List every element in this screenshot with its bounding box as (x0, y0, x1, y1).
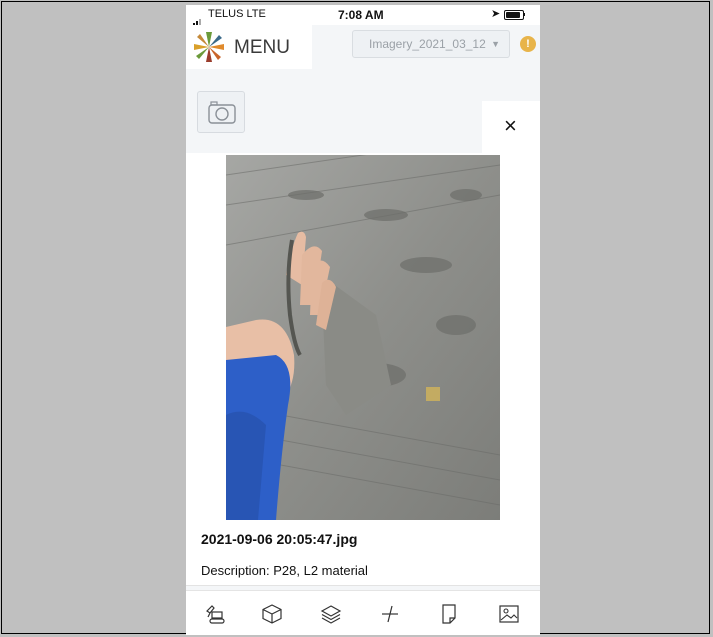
status-bar: TELUS LTE 7:08 AM ➤ (186, 5, 540, 28)
chevron-down-icon: ▼ (491, 39, 500, 49)
menu-button[interactable]: MENU (186, 25, 312, 69)
excavator-icon[interactable] (204, 603, 226, 625)
photo-filename: 2021-09-06 20:05:47.jpg (201, 531, 358, 547)
status-time: 7:08 AM (338, 8, 384, 22)
warning-icon[interactable]: ! (520, 36, 536, 52)
menu-label: MENU (234, 37, 290, 58)
carrier-label: TELUS LTE (208, 8, 266, 20)
battery-icon (504, 10, 524, 20)
close-icon[interactable]: × (504, 113, 517, 139)
field-photo (226, 155, 500, 520)
measure-icon[interactable] (379, 603, 401, 625)
app-logo-icon (194, 32, 224, 62)
photo-description: Description: P28, L2 material (201, 563, 368, 578)
bottom-toolbar (186, 590, 540, 635)
phone-screen: TELUS LTE 7:08 AM ➤ MENU Imagery_2021_03… (186, 5, 540, 635)
layers-icon[interactable] (320, 603, 342, 625)
modal-divider (186, 585, 540, 586)
image-icon[interactable] (498, 603, 520, 625)
modal-body: 2021-09-06 20:05:47.jpg Description: P28… (186, 153, 540, 585)
imagery-selected-value: Imagery_2021_03_12 (369, 37, 486, 51)
cube-icon[interactable] (261, 603, 283, 625)
document-icon[interactable] (438, 603, 460, 625)
imagery-dropdown[interactable]: Imagery_2021_03_12 ▼ (352, 30, 510, 58)
battery-nub (524, 13, 525, 16)
photo-modal: × 2021-09-06 20:05:47.jpg Description: P… (186, 101, 540, 635)
location-arrow-icon: ➤ (491, 8, 501, 20)
